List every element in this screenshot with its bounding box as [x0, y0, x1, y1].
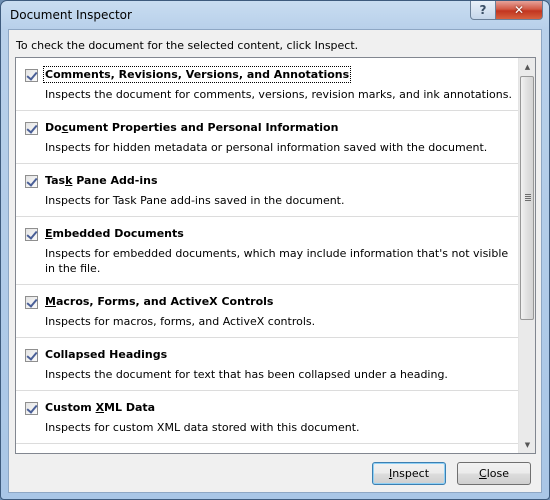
- option-label: Custom XML Data: [44, 400, 156, 415]
- items-container: Comments, Revisions, Versions, and Annot…: [16, 58, 518, 444]
- option-description: Inspects the document for comments, vers…: [45, 88, 512, 101]
- instruction-text: To check the document for the selected c…: [16, 39, 359, 52]
- option-comments-revisions[interactable]: Comments, Revisions, Versions, and Annot…: [16, 58, 518, 111]
- document-inspector-dialog: Document Inspector ? ✕ To check the docu…: [0, 0, 550, 500]
- button-label-part: nspect: [392, 467, 430, 480]
- option-label: Collapsed Headings: [44, 347, 168, 362]
- button-label-part: lose: [486, 467, 509, 480]
- title-bar[interactable]: Document Inspector ? ✕: [1, 1, 549, 29]
- option-description: Inspects for Task Pane add-ins saved in …: [45, 194, 345, 207]
- checkbox-task-pane-addins[interactable]: [25, 175, 38, 188]
- option-label: Task Pane Add-ins: [44, 173, 159, 188]
- option-description: Inspects for embedded documents, which m…: [45, 247, 509, 275]
- scrollbar-thumb[interactable]: [520, 76, 534, 320]
- option-label: Macros, Forms, and ActiveX Controls: [44, 294, 274, 309]
- option-label: Comments, Revisions, Versions, and Annot…: [42, 66, 352, 83]
- label-part: acros, Forms, and ActiveX Controls: [55, 295, 274, 308]
- option-description: Inspects for macros, forms, and ActiveX …: [45, 315, 316, 328]
- label-part: Custom: [45, 401, 96, 414]
- arrow-down-icon: ▼: [524, 440, 531, 449]
- label-part: mbedded Documents: [52, 227, 184, 240]
- accelerator-key: M: [45, 295, 56, 308]
- label-part: ument Properties and Personal Informatio…: [68, 121, 339, 134]
- option-description: Inspects the document for text that has …: [45, 368, 448, 381]
- scroll-down-button[interactable]: ▼: [519, 436, 535, 453]
- scroll-up-button[interactable]: ▲: [519, 58, 535, 75]
- option-custom-xml-data[interactable]: Custom XML Data Inspects for custom XML …: [16, 391, 518, 444]
- option-label: Embedded Documents: [44, 226, 185, 241]
- option-description: Inspects for hidden metadata or personal…: [45, 141, 488, 154]
- label-part: Pane Add-ins: [72, 174, 158, 187]
- option-task-pane-addins[interactable]: Task Pane Add-ins Inspects for Task Pane…: [16, 164, 518, 217]
- inspect-button[interactable]: Inspect: [372, 462, 446, 485]
- option-collapsed-headings[interactable]: Collapsed Headings Inspects the document…: [16, 338, 518, 391]
- option-embedded-documents[interactable]: Embedded Documents Inspects for embedded…: [16, 217, 518, 285]
- option-label: Document Properties and Personal Informa…: [44, 120, 339, 135]
- label-part: Do: [45, 121, 62, 134]
- help-icon: ?: [479, 3, 487, 17]
- option-document-properties[interactable]: Document Properties and Personal Informa…: [16, 111, 518, 164]
- checkbox-document-properties[interactable]: [25, 122, 38, 135]
- checkbox-custom-xml-data[interactable]: [25, 402, 38, 415]
- option-description: Inspects for custom XML data stored with…: [45, 421, 360, 434]
- checkbox-comments-revisions[interactable]: [25, 69, 38, 82]
- checkbox-collapsed-headings[interactable]: [25, 349, 38, 362]
- arrow-up-icon: ▲: [524, 62, 531, 71]
- vertical-scrollbar[interactable]: ▲ ▼: [518, 58, 535, 453]
- label-part: Tas: [45, 174, 66, 187]
- accelerator-key: X: [95, 401, 105, 414]
- label-part: Collapsed Headings: [45, 348, 168, 361]
- label-part: ML Data: [104, 401, 156, 414]
- grip-icon: [525, 194, 531, 201]
- checkbox-macros-forms-activex[interactable]: [25, 296, 38, 309]
- option-macros-forms-activex[interactable]: Macros, Forms, and ActiveX Controls Insp…: [16, 285, 518, 338]
- title-buttons: ? ✕: [470, 1, 543, 21]
- window-close-button[interactable]: ✕: [496, 1, 543, 20]
- dialog-body: To check the document for the selected c…: [8, 29, 542, 493]
- accelerator-key: E: [45, 227, 53, 240]
- label-part: Comments, Revisions, Versions, and Annot…: [45, 68, 350, 81]
- checkbox-embedded-documents[interactable]: [25, 228, 38, 241]
- dialog-title: Document Inspector: [10, 8, 132, 22]
- close-button[interactable]: Close: [457, 462, 531, 485]
- accelerator-key: C: [479, 467, 487, 480]
- inspection-options-list[interactable]: Comments, Revisions, Versions, and Annot…: [15, 57, 536, 454]
- help-button[interactable]: ?: [470, 1, 496, 20]
- close-icon: ✕: [513, 3, 525, 17]
